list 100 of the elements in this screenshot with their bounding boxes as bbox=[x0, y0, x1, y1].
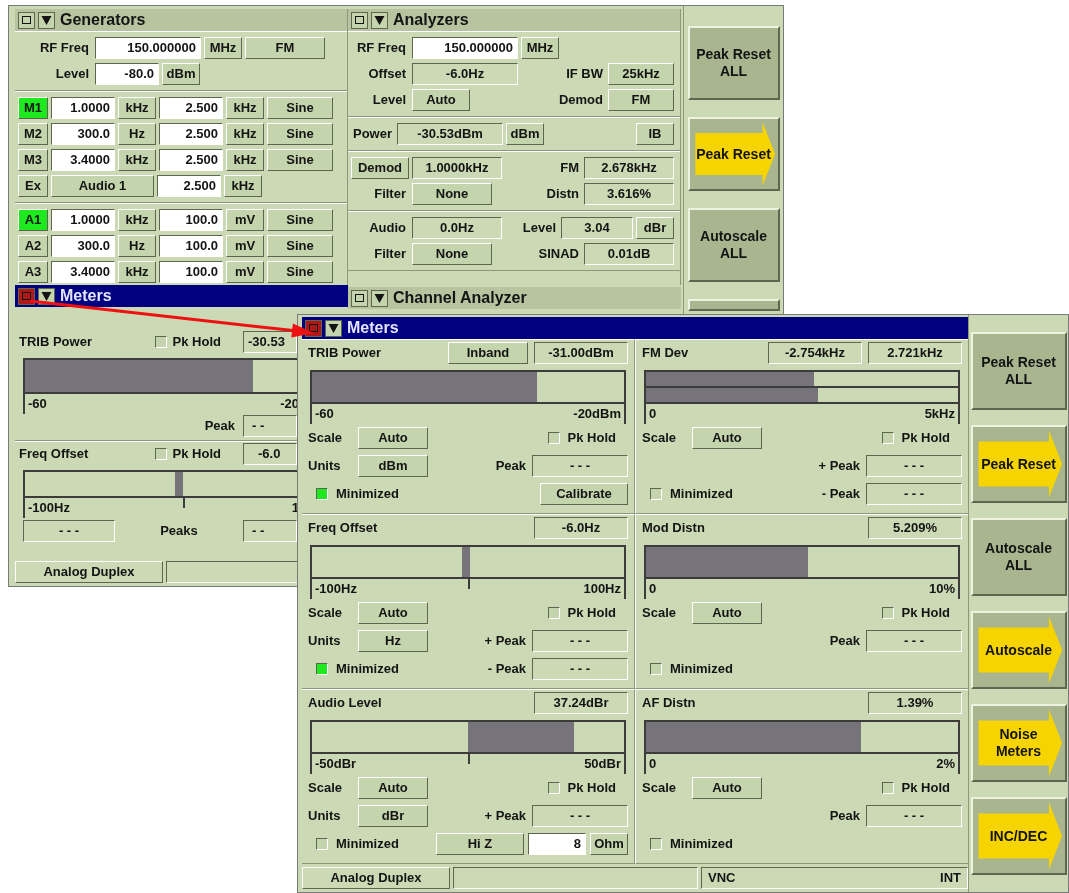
scale-button[interactable]: Auto bbox=[358, 777, 428, 799]
value-field[interactable]: 2.500 bbox=[159, 97, 223, 119]
unit-button[interactable]: kHz bbox=[118, 149, 156, 171]
unit-button[interactable]: kHz bbox=[118, 261, 156, 283]
value-field[interactable]: 300.0 bbox=[51, 123, 115, 145]
dropdown-icon[interactable] bbox=[371, 289, 388, 307]
square-icon[interactable] bbox=[351, 289, 368, 307]
unit-button[interactable]: Hz bbox=[118, 235, 156, 257]
checkbox[interactable] bbox=[650, 488, 662, 500]
action-button[interactable]: Calibrate bbox=[540, 483, 628, 505]
checkbox[interactable] bbox=[650, 663, 662, 675]
checkbox[interactable] bbox=[547, 607, 560, 619]
square-icon[interactable] bbox=[18, 11, 35, 29]
softkey-button[interactable]: Noise Meters bbox=[970, 704, 1067, 782]
value-field[interactable]: 1.0000 bbox=[51, 97, 115, 119]
option-button[interactable]: Sine bbox=[267, 97, 333, 119]
checkbox[interactable] bbox=[881, 432, 894, 444]
unit-button[interactable]: MHz bbox=[204, 37, 242, 59]
unit-button[interactable]: mV bbox=[226, 209, 264, 231]
unit-button[interactable]: kHz bbox=[118, 97, 156, 119]
checkbox[interactable] bbox=[316, 488, 328, 500]
checkbox[interactable] bbox=[316, 663, 328, 675]
value-field[interactable]: 100.0 bbox=[159, 209, 223, 231]
value-field[interactable]: 2.500 bbox=[159, 123, 223, 145]
option-button[interactable]: Sine bbox=[267, 261, 333, 283]
softkey-button[interactable]: Peak Reset bbox=[970, 425, 1067, 503]
unit-button[interactable]: MHz bbox=[521, 37, 559, 59]
unit-button[interactable]: mV bbox=[226, 235, 264, 257]
option-button[interactable]: None bbox=[412, 243, 492, 265]
scale-button[interactable]: Auto bbox=[692, 777, 762, 799]
checkbox[interactable] bbox=[881, 607, 894, 619]
unit-button[interactable]: kHz bbox=[226, 97, 264, 119]
value-field[interactable]: 150.000000 bbox=[412, 37, 518, 59]
checkbox[interactable] bbox=[316, 838, 328, 850]
dropdown-icon[interactable] bbox=[371, 11, 388, 29]
checkbox[interactable] bbox=[650, 838, 662, 850]
value-field[interactable]: -80.0 bbox=[95, 63, 159, 85]
units-button[interactable]: dBr bbox=[358, 805, 428, 827]
channel-toggle[interactable]: A3 bbox=[18, 261, 48, 283]
scale-button[interactable]: Auto bbox=[358, 427, 428, 449]
value-field[interactable]: 2.500 bbox=[157, 175, 221, 197]
dropdown-icon[interactable] bbox=[325, 319, 342, 337]
scale-button[interactable]: Auto bbox=[358, 602, 428, 624]
option-button[interactable]: FM bbox=[245, 37, 325, 59]
scale-button[interactable]: Auto bbox=[692, 427, 762, 449]
source-button[interactable]: Audio 1 bbox=[51, 175, 154, 197]
value-field[interactable]: 8 bbox=[528, 833, 586, 855]
checkbox[interactable] bbox=[547, 782, 560, 794]
option-button[interactable]: FM bbox=[608, 89, 674, 111]
action-button[interactable]: Hi Z bbox=[436, 833, 524, 855]
softkey-button[interactable]: Peak Reset ALL bbox=[970, 332, 1067, 410]
option-button[interactable]: Sine bbox=[267, 123, 333, 145]
unit-button[interactable]: Ohm bbox=[590, 833, 628, 855]
units-button[interactable]: Hz bbox=[358, 630, 428, 652]
option-button[interactable]: 25kHz bbox=[608, 63, 674, 85]
unit-button[interactable]: dBm bbox=[506, 123, 544, 145]
value-field[interactable]: 300.0 bbox=[51, 235, 115, 257]
mode-button[interactable]: Inband bbox=[448, 342, 528, 364]
value-field[interactable]: 100.0 bbox=[159, 261, 223, 283]
checkbox[interactable] bbox=[881, 782, 894, 794]
checkbox[interactable] bbox=[547, 432, 560, 444]
scale-button[interactable]: Auto bbox=[692, 602, 762, 624]
unit-button[interactable]: dBr bbox=[636, 217, 674, 239]
channel-toggle[interactable]: A2 bbox=[18, 235, 48, 257]
value-field[interactable]: 3.4000 bbox=[51, 261, 115, 283]
unit-button[interactable]: kHz bbox=[224, 175, 262, 197]
softkey-button[interactable]: Peak Reset bbox=[687, 117, 780, 191]
value-field[interactable]: 1.0000 bbox=[51, 209, 115, 231]
channel-toggle[interactable]: M3 bbox=[18, 149, 48, 171]
channel-toggle[interactable]: M1 bbox=[18, 97, 48, 119]
option-button[interactable]: Sine bbox=[267, 149, 333, 171]
unit-button[interactable]: mV bbox=[226, 261, 264, 283]
softkey-button[interactable]: INC/DEC bbox=[970, 797, 1067, 875]
unit-button[interactable]: kHz bbox=[226, 123, 264, 145]
dropdown-icon[interactable] bbox=[38, 11, 55, 29]
unit-button[interactable]: kHz bbox=[118, 209, 156, 231]
value-field[interactable]: 150.000000 bbox=[95, 37, 201, 59]
checkbox[interactable] bbox=[154, 448, 167, 460]
option-button[interactable]: Sine bbox=[267, 209, 333, 231]
softkey-button[interactable]: Autoscale ALL bbox=[687, 208, 780, 282]
option-button[interactable]: Auto bbox=[412, 89, 470, 111]
softkey-button[interactable] bbox=[687, 299, 780, 311]
softkey-button[interactable]: Peak Reset ALL bbox=[687, 26, 780, 100]
value-field[interactable]: 100.0 bbox=[159, 235, 223, 257]
checkbox[interactable] bbox=[154, 336, 167, 348]
square-icon[interactable] bbox=[351, 11, 368, 29]
option-button[interactable]: Sine bbox=[267, 235, 333, 257]
unit-button[interactable]: dBm bbox=[162, 63, 200, 85]
value-field[interactable]: 2.500 bbox=[159, 149, 223, 171]
channel-toggle[interactable]: M2 bbox=[18, 123, 48, 145]
softkey-button[interactable]: Autoscale ALL bbox=[970, 518, 1067, 596]
unit-button[interactable]: kHz bbox=[226, 149, 264, 171]
channel-toggle[interactable]: Ex bbox=[18, 175, 48, 197]
value-field[interactable]: 3.4000 bbox=[51, 149, 115, 171]
channel-toggle[interactable]: A1 bbox=[18, 209, 48, 231]
unit-button[interactable]: IB bbox=[636, 123, 674, 145]
option-button[interactable]: Demod bbox=[351, 157, 409, 179]
softkey-button[interactable]: Autoscale bbox=[970, 611, 1067, 689]
unit-button[interactable]: Hz bbox=[118, 123, 156, 145]
option-button[interactable]: None bbox=[412, 183, 492, 205]
